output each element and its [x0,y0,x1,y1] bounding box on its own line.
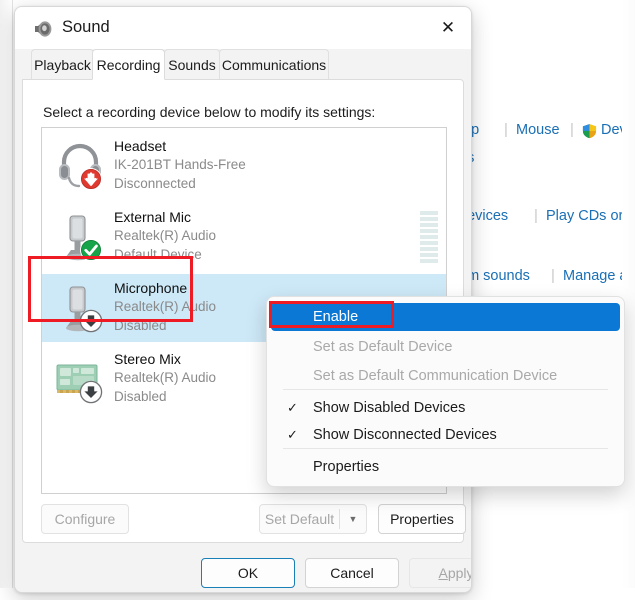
set-default-label: Set Default [264,511,335,527]
device-context-menu: Enable Set as Default Device Set as Defa… [266,296,625,487]
speaker-icon [35,21,52,37]
meter-segment [420,247,438,251]
menu-item-label: Set as Default Device [313,339,453,355]
device-status: Disconnected [114,176,196,191]
bg-separator-4: | [551,267,555,284]
meter-segment [420,241,438,245]
device-driver: Realtek(R) Audio [114,299,217,314]
menu-item-label: Enable [313,309,359,325]
menu-item-label: Show Disabled Devices [313,400,466,416]
bg-link-mouse[interactable]: Mouse [516,122,560,138]
microphone-icon [66,215,102,261]
meter-segment [420,235,438,239]
apply-button[interactable]: Apply [409,558,472,588]
cancel-button[interactable]: Cancel [305,558,399,588]
dialog-titlebar: Sound ✕ [15,7,471,49]
menu-divider [283,389,608,390]
sound-card-icon [56,364,103,404]
bg-link-manage-audio[interactable]: Manage a [563,268,628,284]
tab-recording[interactable]: Recording [92,49,165,80]
device-driver: Realtek(R) Audio [114,228,217,243]
tab-playback[interactable]: Playback [31,49,94,80]
bg-separator-1: | [504,121,508,138]
instruction-text: Select a recording device below to modif… [43,104,376,120]
device-name: Stereo Mix [114,351,181,367]
dialog-title: Sound [62,18,110,36]
device-name: External Mic [114,209,192,225]
meter-segment [420,217,438,221]
list-item[interactable]: External Mic Realtek(R) Audio Default De… [42,203,446,271]
device-status: Default Device [114,247,202,262]
meter-segment [420,211,438,215]
meter-segment [420,253,438,257]
menu-item-enable[interactable]: Enable [271,303,620,331]
background-left-edge [0,0,13,600]
device-driver: Realtek(R) Audio [114,370,217,385]
apply-rest: pply [447,565,472,581]
menu-item-properties[interactable]: Properties [271,453,620,481]
check-icon: ✓ [287,400,298,415]
tab-strip: Playback Recording Sounds Communications [15,49,471,80]
ok-button[interactable]: OK [201,558,295,588]
menu-item-label: Set as Default Communication Device [313,368,558,384]
bg-separator-3: | [534,207,538,224]
apply-mnemonic: A [438,565,448,581]
headset-icon [59,143,102,190]
meter-segment [420,229,438,233]
menu-item-set-as-default-device[interactable]: Set as Default Device [271,333,620,361]
device-name: Microphone [114,280,188,296]
device-status: Disabled [114,318,167,333]
menu-item-show-disconnected-devices[interactable]: ✓ Show Disconnected Devices [271,421,620,449]
shield-icon [582,124,597,139]
check-icon: ✓ [287,427,298,442]
menu-item-label: Properties [313,459,380,475]
device-status: Disabled [114,389,167,404]
bg-separator-2: | [570,121,574,138]
device-name: Headset [114,138,167,154]
device-driver: IK-201BT Hands-Free [114,157,246,172]
properties-button[interactable]: Properties [378,504,466,534]
menu-item-show-disabled-devices[interactable]: ✓ Show Disabled Devices [271,394,620,422]
audio-level-meter [420,211,438,263]
meter-segment [420,259,438,263]
tab-communications[interactable]: Communications [219,49,329,80]
menu-item-label: Show Disconnected Devices [313,427,497,443]
close-icon[interactable]: ✕ [425,7,471,49]
configure-button[interactable]: Configure [41,504,129,534]
meter-segment [420,223,438,227]
list-item[interactable]: Headset IK-201BT Hands-Free Disconnected [42,132,446,200]
tab-sounds[interactable]: Sounds [164,49,220,80]
chevron-down-icon[interactable]: ▼ [340,514,366,524]
dialog-footer: OK Cancel Apply [15,552,471,592]
menu-divider [283,448,608,449]
menu-item-set-as-default-communication-device[interactable]: Set as Default Communication Device [271,362,620,390]
microphone-icon [66,286,103,333]
set-default-split-button[interactable]: Set Default ▼ [259,504,367,534]
